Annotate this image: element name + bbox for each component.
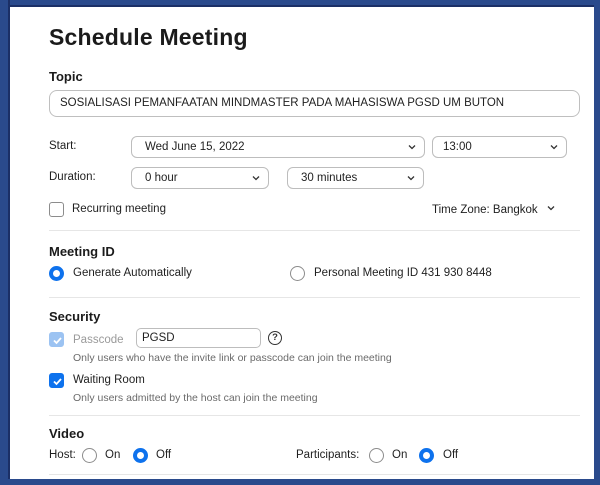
waiting-room-checkbox[interactable] [49,373,64,388]
start-time-select[interactable]: 13:00 [432,136,567,158]
topic-input[interactable]: SOSIALISASI PEMANFAATAN MINDMASTER PADA … [49,90,580,117]
participants-on-radio[interactable] [369,448,384,463]
dialog-title: Schedule Meeting [49,24,248,50]
chevron-down-icon [407,174,415,182]
host-on-radio[interactable] [82,448,97,463]
duration-hours-select[interactable]: 0 hour [131,167,269,189]
generate-auto-radio[interactable] [49,266,64,281]
window-frame-bottom [0,479,600,485]
host-on-label[interactable]: On [105,449,120,461]
help-icon[interactable]: ? [268,331,282,345]
passcode-label: Passcode [73,334,124,346]
duration-minutes-value: 30 minutes [301,172,358,184]
window-frame-right [594,0,600,485]
recurring-checkbox[interactable] [49,202,64,217]
meeting-id-heading: Meeting ID [49,244,115,259]
waiting-room-hint: Only users admitted by the host can join… [73,392,318,404]
divider [49,474,580,475]
chevron-down-icon [547,203,555,215]
chevron-down-icon [408,143,416,151]
personal-id-radio[interactable] [290,266,305,281]
passcode-input[interactable]: PGSD [136,328,261,348]
participants-on-label[interactable]: On [392,449,407,461]
check-icon [53,378,62,386]
start-date-value: Wed June 15, 2022 [145,141,245,153]
waiting-room-label[interactable]: Waiting Room [73,374,145,386]
passcode-checkbox[interactable] [49,332,64,347]
participants-label: Participants: [296,449,360,461]
window-frame-top [0,0,600,7]
recurring-label[interactable]: Recurring meeting [72,203,166,215]
divider [49,230,580,231]
duration-label: Duration: [49,171,96,183]
participants-off-label[interactable]: Off [443,449,458,461]
host-off-label[interactable]: Off [156,449,171,461]
participants-off-radio[interactable] [419,448,434,463]
timezone-select[interactable]: Time Zone: Bangkok [432,203,555,216]
security-heading: Security [49,309,101,324]
divider [49,297,580,298]
window-frame-left [0,0,10,485]
host-off-radio[interactable] [133,448,148,463]
topic-heading: Topic [49,69,83,84]
divider [49,415,580,416]
start-time-value: 13:00 [443,141,472,153]
timezone-label: Time Zone: Bangkok [432,204,538,216]
generate-auto-label[interactable]: Generate Automatically [73,267,192,279]
chevron-down-icon [550,143,558,151]
duration-hours-value: 0 hour [145,172,178,184]
host-label: Host: [49,449,76,461]
start-date-select[interactable]: Wed June 15, 2022 [131,136,425,158]
check-icon [53,337,62,345]
start-label: Start: [49,140,77,152]
personal-id-label[interactable]: Personal Meeting ID 431 930 8448 [314,267,492,279]
chevron-down-icon [252,174,260,182]
duration-minutes-select[interactable]: 30 minutes [287,167,424,189]
passcode-hint: Only users who have the invite link or p… [73,352,392,364]
video-heading: Video [49,426,85,441]
